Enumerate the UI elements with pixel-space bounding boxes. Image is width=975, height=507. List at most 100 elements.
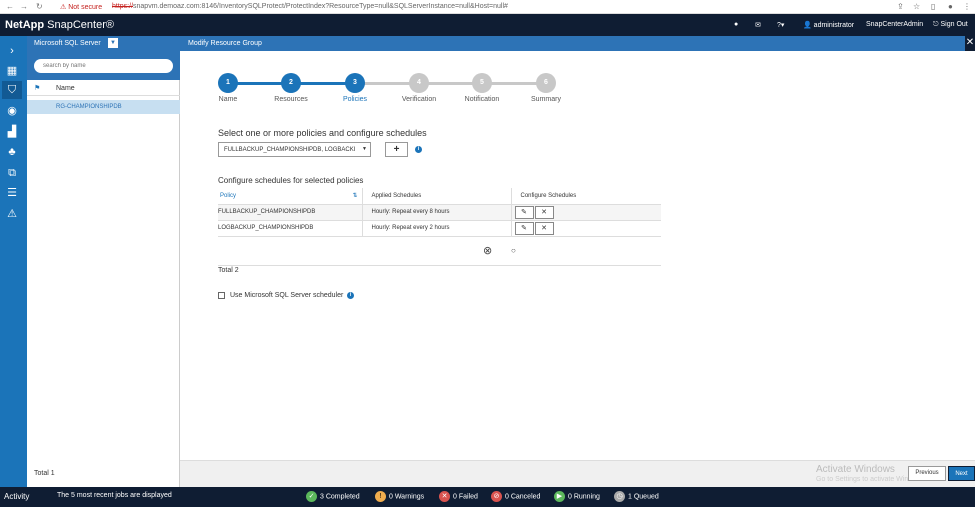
stepper-remaining-line (355, 82, 545, 85)
warning-icon: ! (375, 491, 386, 502)
close-icon[interactable]: ✕ (965, 36, 975, 51)
hosts-icon[interactable]: ♣ (2, 143, 22, 161)
wizard-stepper: 1 2 3 4 5 6 Name Resources Policies Veri… (214, 73, 574, 109)
mail-icon[interactable]: ✉ (755, 21, 761, 29)
delete-icon[interactable]: ✕ (534, 205, 554, 219)
table-header-row: Policy ⇅ Applied Schedules Configure Sche… (218, 188, 661, 205)
logo-brand: NetApp (5, 19, 45, 31)
resources-shield-icon[interactable]: ⛉ (2, 81, 22, 99)
step-1-name[interactable]: 1 (218, 73, 238, 93)
schedule-cell: Hourly: Repeat every 8 hours (361, 204, 511, 221)
reload-icon[interactable]: ↻ (36, 2, 43, 11)
app-root: ← → ↻ ⚠ Not secure https://snapvm.demoaz… (0, 0, 975, 507)
policy-select[interactable]: FULLBACKUP_CHAMPIONSHIPDB, LOGBACKI ▼ (218, 142, 371, 157)
configure-cell: ✎ ✕ (510, 220, 661, 237)
add-policy-button[interactable]: + (385, 142, 408, 157)
resource-panel-header: Microsoft SQL Server ▼ (27, 36, 180, 80)
windows-watermark-title: Activate Windows (816, 464, 895, 475)
completed-jobs[interactable]: ✓ 3 Completed (306, 491, 360, 502)
activity-label[interactable]: Activity (4, 492, 29, 501)
edit-icon[interactable]: ✎ (514, 221, 534, 235)
signout-button[interactable]: ⎋ Sign Out (933, 21, 968, 29)
plugin-dropdown-icon[interactable]: ▼ (108, 38, 118, 48)
warning-jobs[interactable]: ! 0 Warnings (375, 491, 424, 502)
help-icon[interactable]: ?▾ (777, 21, 784, 29)
dashboard-icon[interactable]: ▦ (2, 62, 22, 80)
info-icon[interactable]: i (347, 292, 354, 299)
schedule-cell: Hourly: Repeat every 2 hours (361, 220, 511, 237)
search-input[interactable] (34, 59, 173, 73)
plugin-title: Microsoft SQL Server (34, 40, 101, 47)
delete-icon[interactable]: ✕ (534, 221, 554, 235)
table-row[interactable]: LOGBACKUP_CHAMPIONSHIPDB Hourly: Repeat … (218, 220, 661, 237)
step-5-notification[interactable]: 5 (472, 73, 492, 93)
info-icon[interactable]: i (415, 146, 422, 153)
sql-scheduler-checkbox[interactable] (218, 292, 225, 299)
running-jobs[interactable]: ▶ 0 Running (554, 491, 600, 502)
step-label: Policies (342, 96, 368, 103)
queued-jobs[interactable]: ◷ 1 Queued (614, 491, 659, 502)
storage-icon[interactable]: ⧉ (2, 164, 22, 182)
failed-icon: ✕ (439, 491, 450, 502)
queued-icon: ◷ (614, 491, 625, 502)
address-bar[interactable]: https://snapvm.demoaz.com:8146/Inventory… (112, 3, 508, 10)
configure-schedules-header: Configure Schedules (510, 188, 661, 205)
step-4-verification[interactable]: 4 (409, 73, 429, 93)
browser-bar: ← → ↻ ⚠ Not secure https://snapvm.demoaz… (0, 0, 975, 14)
kebab-icon[interactable]: ⋮ (963, 2, 971, 11)
running-icon: ▶ (554, 491, 565, 502)
resource-row[interactable]: RG-CHAMPIONSHIPDB (27, 100, 180, 114)
activity-summary: The 5 most recent jobs are displayed (57, 492, 172, 499)
name-column-header[interactable]: Name (56, 85, 75, 92)
reports-icon[interactable]: ▟ (2, 123, 22, 141)
next-button[interactable]: Next (948, 466, 975, 481)
not-secure-badge[interactable]: ⚠ Not secure (60, 3, 102, 11)
sort-icon[interactable]: ⇅ (352, 192, 357, 199)
star-icon[interactable]: ☆ (913, 2, 920, 11)
logo-product: SnapCenter® (47, 19, 114, 31)
step-label: Name (218, 96, 238, 103)
expand-icon[interactable]: › (2, 42, 22, 60)
alerts-icon[interactable]: ⚠ (2, 205, 22, 223)
select-policies-label: Select one or more policies and configur… (218, 128, 427, 138)
sql-scheduler-label: Use Microsoft SQL Server scheduler (230, 292, 344, 299)
canceled-icon: ⊘ (491, 491, 502, 502)
step-2-resources[interactable]: 2 (281, 73, 301, 93)
step-6-summary[interactable]: 6 (536, 73, 556, 93)
cursor-close-icon: ⊗ (483, 245, 493, 257)
schedules-table: Policy ⇅ Applied Schedules Configure Sche… (218, 188, 661, 237)
step-3-policies[interactable]: 3 (345, 73, 365, 93)
chevron-down-icon: ▼ (362, 146, 367, 152)
wizard-titlebar: Modify Resource Group ✕ (180, 36, 975, 51)
share-icon[interactable]: ⇪ (897, 2, 904, 11)
forward-icon[interactable]: → (20, 2, 28, 11)
divider (218, 265, 661, 266)
policy-column-header[interactable]: Policy ⇅ (218, 188, 362, 205)
canceled-jobs[interactable]: ⊘ 0 Canceled (491, 491, 540, 502)
table-total: Total 2 (218, 267, 239, 274)
flag-icon[interactable]: ⚑ (34, 84, 40, 92)
settings-icon[interactable]: ☰ (2, 184, 22, 202)
resource-panel: Microsoft SQL Server ▼ ⚑ Name RG-CHAMPIO… (27, 36, 180, 487)
check-icon: ✓ (306, 491, 317, 502)
resource-table-header: ⚑ Name (27, 82, 180, 96)
policy-cell: FULLBACKUP_CHAMPIONSHIPDB (218, 204, 362, 221)
policy-cell: LOGBACKUP_CHAMPIONSHIPDB (218, 220, 362, 237)
monitor-icon[interactable]: ◉ (2, 102, 22, 120)
step-label: Verification (401, 96, 437, 103)
table-row[interactable]: FULLBACKUP_CHAMPIONSHIPDB Hourly: Repeat… (218, 204, 661, 221)
previous-button[interactable]: Previous (908, 466, 946, 481)
resource-total: Total 1 (34, 470, 55, 477)
configure-schedules-label: Configure schedules for selected policie… (218, 176, 364, 185)
app-header: NetApp SnapCenter® ● ✉ ?▾ 👤 administrato… (0, 14, 975, 36)
step-label: Resources (274, 96, 308, 103)
edit-icon[interactable]: ✎ (514, 205, 534, 219)
profile-icon[interactable]: ● (948, 2, 953, 11)
back-icon[interactable]: ← (6, 2, 14, 11)
notification-icon[interactable]: ● (734, 21, 738, 28)
user-menu[interactable]: 👤 administrator (803, 21, 854, 29)
sidepanel-icon[interactable]: ▯ (931, 2, 935, 11)
failed-jobs[interactable]: ✕ 0 Failed (439, 491, 478, 502)
applied-schedules-header: Applied Schedules (361, 188, 511, 205)
cursor-circle-icon: ○ (511, 246, 516, 255)
